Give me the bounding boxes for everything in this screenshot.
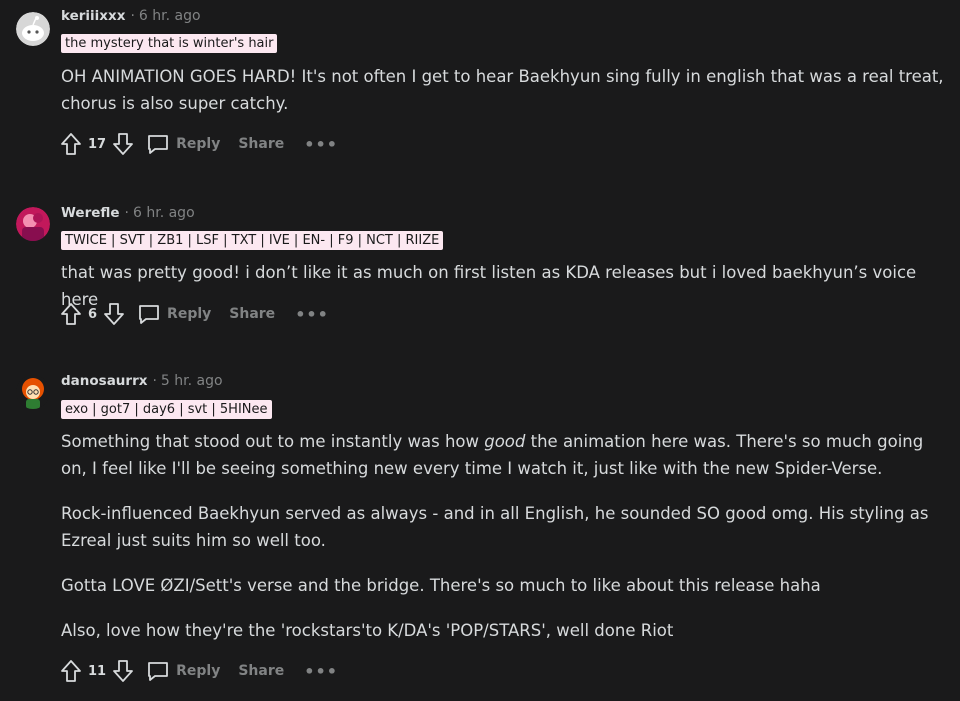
comment-actions: 17 Reply Share ••• — [58, 130, 338, 158]
downvote-icon[interactable] — [110, 131, 136, 157]
timestamp[interactable]: 5 hr. ago — [161, 373, 223, 389]
comment: Werefle · 6 hr. ago TWICE | SVT | ZB1 | LS… — [0, 195, 960, 345]
share-button[interactable]: Share — [238, 136, 284, 152]
comment: danosaurrx · 5 hr. ago exo | got7 | day6 |… — [0, 365, 960, 701]
separator-dot: · — [152, 373, 157, 389]
reply-button[interactable]: Reply — [146, 132, 220, 156]
reply-label: Reply — [176, 136, 221, 152]
comment-paragraph: Gotta LOVE ØZI/Sett's verse and the brid… — [61, 576, 821, 595]
more-options-icon[interactable]: ••• — [295, 305, 329, 324]
upvote-icon[interactable] — [58, 301, 84, 327]
snoo-avatar-icon — [16, 12, 50, 46]
share-button[interactable]: Share — [238, 663, 284, 679]
more-options-icon[interactable]: ••• — [304, 662, 338, 681]
comment-paragraph: OH ANIMATION GOES HARD! It's not often I… — [61, 67, 944, 113]
timestamp[interactable]: 6 hr. ago — [133, 205, 195, 221]
emphasis-text: good — [484, 432, 526, 451]
user-avatar-icon — [16, 375, 50, 409]
comment-bubble-icon — [139, 305, 159, 324]
username[interactable]: danosaurrx — [61, 373, 147, 389]
comment-meta: danosaurrx · 5 hr. ago — [61, 373, 223, 389]
vote-count: 11 — [88, 663, 107, 679]
avatar[interactable] — [16, 207, 50, 241]
avatar[interactable] — [16, 12, 50, 46]
comment-meta: Werefle · 6 hr. ago — [61, 205, 195, 221]
comment-paragraph: Something that stood out to me instantly… — [61, 428, 950, 482]
separator-dot: · — [130, 8, 135, 24]
reply-button[interactable]: Reply — [137, 302, 211, 326]
reply-button[interactable]: Reply — [146, 659, 220, 683]
comment-bubble-icon — [148, 662, 168, 681]
vote-count: 6 — [88, 306, 98, 322]
avatar[interactable] — [16, 375, 50, 409]
downvote-icon[interactable] — [110, 658, 136, 684]
comment-thread: keriiixxx · 6 hr. ago the mystery that is … — [0, 0, 960, 701]
upvote-icon[interactable] — [58, 131, 84, 157]
comment: keriiixxx · 6 hr. ago the mystery that is … — [0, 0, 960, 175]
timestamp[interactable]: 6 hr. ago — [139, 8, 201, 24]
user-avatar-icon — [16, 207, 50, 241]
username[interactable]: keriiixxx — [61, 8, 125, 24]
comment-bubble-icon — [148, 135, 168, 154]
comment-paragraph: Rock-influenced Baekhyun served as alway… — [61, 504, 929, 550]
upvote-icon[interactable] — [58, 658, 84, 684]
comment-paragraph: Also, love how they're the 'rockstars'to… — [61, 621, 674, 640]
user-flair: exo | got7 | day6 | svt | 5HINee — [61, 400, 272, 419]
downvote-icon[interactable] — [101, 301, 127, 327]
more-options-icon[interactable]: ••• — [304, 135, 338, 154]
user-flair: the mystery that is winter's hair — [61, 34, 278, 53]
separator-dot: · — [124, 205, 129, 221]
comment-body: OH ANIMATION GOES HARD! It's not often I… — [61, 63, 950, 117]
username[interactable]: Werefle — [61, 205, 120, 221]
user-flair: TWICE | SVT | ZB1 | LSF | TXT | IVE | EN… — [61, 231, 444, 250]
comment-text: Something that stood out to me instantly… — [61, 432, 485, 451]
comment-meta: keriiixxx · 6 hr. ago — [61, 8, 201, 24]
comment-actions: 11 Reply Share ••• — [58, 657, 338, 685]
comment-actions: 6 Reply Share ••• — [58, 300, 329, 328]
share-button[interactable]: Share — [229, 306, 275, 322]
comment-body: Something that stood out to me instantly… — [61, 428, 950, 644]
vote-count: 17 — [88, 136, 107, 152]
reply-label: Reply — [167, 306, 212, 322]
reply-label: Reply — [176, 663, 221, 679]
